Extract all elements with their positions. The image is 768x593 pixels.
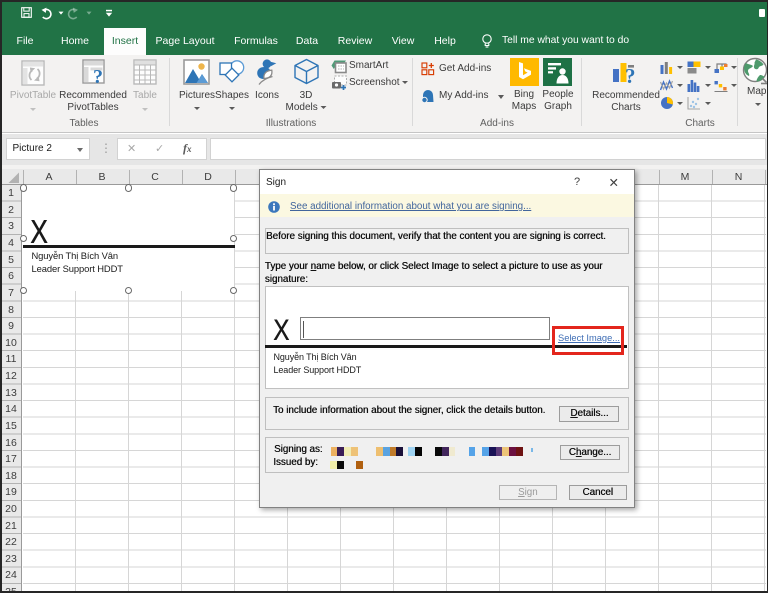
svg-text:?: ? — [625, 64, 636, 88]
svg-text:?: ? — [93, 66, 103, 88]
